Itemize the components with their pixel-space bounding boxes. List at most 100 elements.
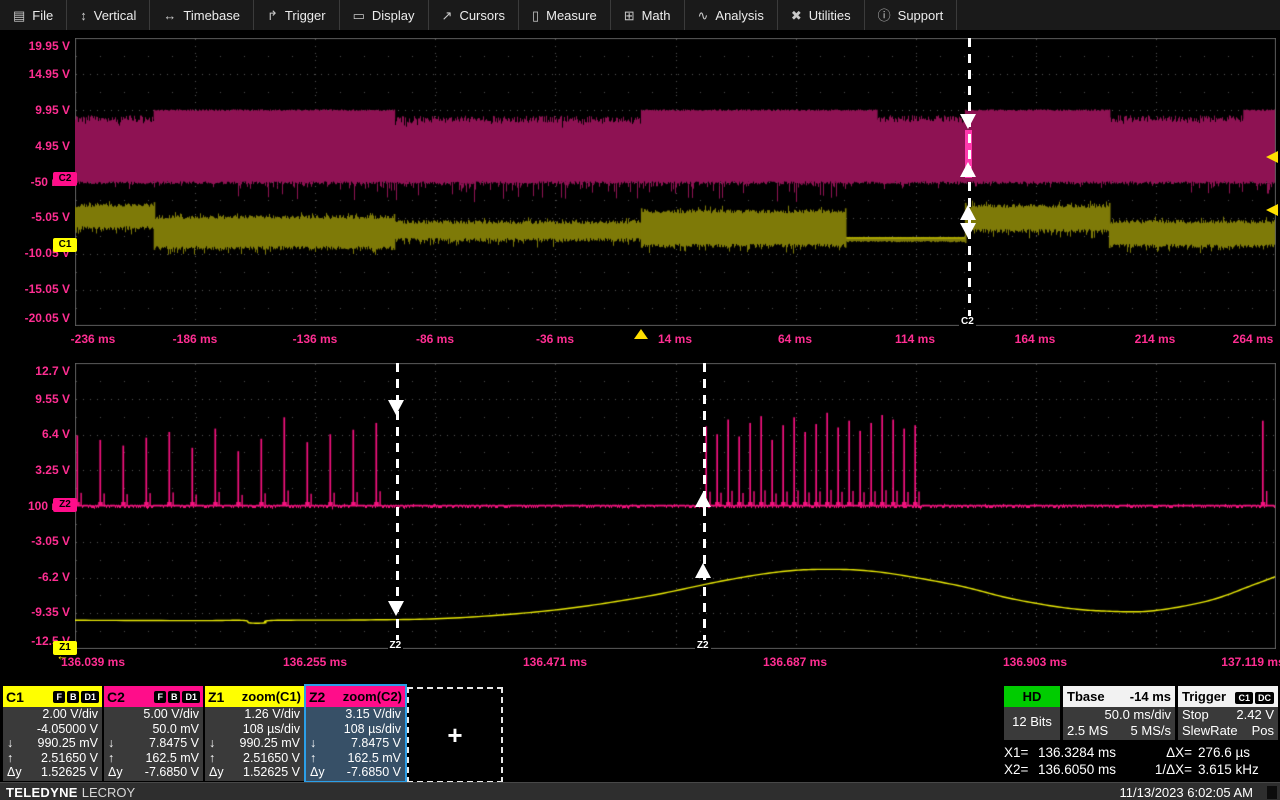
menu-measure[interactable]: ▯Measure [519, 0, 611, 30]
menu-cursors[interactable]: ↗Cursors [429, 0, 519, 30]
descriptor-z1[interactable]: Z1zoom(C1)1.26 V/div108 µs/div↓990.25 mV… [205, 686, 304, 781]
x-axis-label: 137.119 ms [1221, 655, 1280, 669]
menu-trigger[interactable]: ↱Trigger [254, 0, 340, 30]
oscilloscope-screen: ▤File↕Vertical↔Timebase↱Trigger▭Display↗… [0, 0, 1280, 800]
menu-display[interactable]: ▭Display [340, 0, 429, 30]
descriptor-row-prefix: ↑ [7, 751, 13, 766]
x1-value: 136.3284 ms [1038, 744, 1144, 761]
cursor-arrow-icon [388, 601, 404, 616]
menu-utilities[interactable]: ✖Utilities [778, 0, 865, 30]
waveform-display-zoom[interactable] [75, 363, 1276, 649]
descriptor-row-value: 2.00 V/div [42, 707, 98, 722]
y-axis-label: -20.05 V [0, 311, 70, 325]
descriptor-c1[interactable]: C1FBD12.00 V/div-4.05000 V↓990.25 mV↑2.5… [3, 686, 102, 781]
descriptor-row-value: -7.6850 V [347, 765, 401, 780]
timebase-offset: -14 ms [1130, 689, 1171, 704]
descriptor-row-prefix: ↑ [209, 751, 215, 766]
descriptor-row: 5.00 V/div [104, 707, 203, 722]
x2-value: 136.6050 ms [1038, 761, 1144, 778]
add-trace-button[interactable]: + [407, 687, 503, 783]
descriptor-row-prefix: ↑ [310, 751, 316, 766]
x-axis-label: 136.039 ms [61, 655, 125, 669]
y-axis-label: -6.2 V [0, 570, 70, 584]
descriptor-row: ↓7.8475 V [104, 736, 203, 751]
channel-tab-z2[interactable]: Z2 [53, 498, 77, 512]
menu-timebase[interactable]: ↔Timebase [150, 0, 254, 30]
trigger-icon: ↱ [267, 9, 278, 22]
y-axis-label: -5.05 V [0, 210, 70, 224]
x-axis-label: 164 ms [1015, 332, 1056, 346]
trigger-panel[interactable]: Trigger C1DC Stop 2.42 V SlewRate Pos [1178, 686, 1278, 740]
invdx-label: 1/ΔX= [1144, 761, 1198, 778]
menu-label-math: Math [642, 8, 671, 23]
brand-logo: TELEDYNELECROY [6, 785, 135, 800]
descriptor-row: 108 µs/div [306, 722, 405, 737]
descriptor-badge-b: B [168, 691, 181, 703]
menu-support[interactable]: ⓘSupport [865, 0, 958, 30]
menu-label-vertical: Vertical [94, 8, 137, 23]
descriptor-badge-b: B [67, 691, 80, 703]
cursor-arrow-icon [960, 223, 976, 238]
cursor-arrow-icon [695, 563, 711, 578]
descriptor-c2[interactable]: C2FBD15.00 V/div50.0 mV↓7.8475 V↑162.5 m… [104, 686, 203, 781]
menu-label-cursors: Cursors [459, 8, 505, 23]
descriptor-row: 1.26 V/div [205, 707, 304, 722]
cursor-label-z2-2: Z2 [695, 640, 711, 652]
x-axis-label: -36 ms [536, 332, 574, 346]
cursor-main-c2[interactable] [968, 38, 971, 318]
x-axis-label: 264 ms [1233, 332, 1274, 346]
trigger-badge-dc: DC [1255, 692, 1274, 704]
descriptor-row: Δy1.52625 V [205, 765, 304, 780]
trigger-mode: Stop [1182, 707, 1209, 723]
trigger-level-arrow-icon[interactable] [1266, 204, 1278, 216]
offscreen-left-arrow-icon: ← [56, 650, 69, 662]
menu-file[interactable]: ▤File [0, 0, 67, 30]
trigger-badges: C1DC [1233, 689, 1274, 704]
timebase-label: Tbase [1067, 689, 1105, 704]
descriptor-row-value: 3.15 V/div [345, 707, 401, 722]
waveform-display-main[interactable] [75, 38, 1276, 326]
trigger-time-marker[interactable] [634, 329, 648, 339]
x-axis-label: 114 ms [895, 332, 935, 346]
trigger-slope: Pos [1252, 723, 1274, 739]
menu-label-analysis: Analysis [715, 8, 763, 23]
descriptor-row-prefix: Δy [209, 765, 224, 780]
hd-bits: 12 Bits [1012, 714, 1052, 729]
descriptor-row-prefix: ↓ [209, 736, 215, 751]
file-icon: ▤ [13, 9, 25, 22]
descriptor-row: 3.15 V/div [306, 707, 405, 722]
y-axis-label: 14.95 V [0, 67, 70, 81]
trigger-label: Trigger [1182, 689, 1226, 704]
x-axis-label: -236 ms [71, 332, 116, 346]
hd-panel[interactable]: HD 12 Bits [1004, 686, 1060, 740]
timebase-panel[interactable]: Tbase -14 ms 50.0 ms/div 2.5 MS 5 MS/s [1063, 686, 1175, 740]
statusbar-handle [1267, 786, 1277, 799]
channel-tab-c1[interactable]: C1 [53, 238, 77, 252]
descriptor-row: -4.05000 V [3, 722, 102, 737]
math-icon: ⊞ [624, 9, 635, 22]
descriptor-row-value: -4.05000 V [37, 722, 98, 737]
y-axis-label: -3.05 V [0, 534, 70, 548]
descriptor-row-value: 990.25 mV [240, 736, 300, 751]
descriptor-row-value: 5.00 V/div [143, 707, 199, 722]
menu-math[interactable]: ⊞ Math [611, 0, 685, 30]
descriptor-row: Δy -7.6850 V [306, 765, 405, 780]
descriptor-row-value: 108 µs/div [243, 722, 300, 737]
descriptor-row-prefix: Δy [310, 765, 325, 780]
menu-vertical[interactable]: ↕Vertical [67, 0, 150, 30]
menu-label-display: Display [372, 8, 415, 23]
descriptor-row-value: 7.8475 V [351, 736, 401, 751]
x-axis-label: 136.255 ms [283, 655, 347, 669]
descriptor-row-value: 162.5 mV [347, 751, 401, 766]
x-axis-label: 136.471 ms [523, 655, 587, 669]
descriptor-z2[interactable]: Z2zoom(C2)3.15 V/div108 µs/div↓7.8475 V↑… [306, 686, 405, 781]
channel-tab-c2[interactable]: C2 [53, 172, 77, 186]
status-bar: TELEDYNELECROY 11/13/2023 6:02:05 AM [0, 782, 1280, 800]
menu-analysis[interactable]: ∿Analysis [685, 0, 778, 30]
y-axis-label: 9.55 V [0, 392, 70, 406]
descriptor-row-prefix: ↓ [108, 736, 114, 751]
menu-bar: ▤File↕Vertical↔Timebase↱Trigger▭Display↗… [0, 0, 1280, 30]
trigger-level-arrow-icon[interactable] [1266, 151, 1278, 163]
timebase-samples: 2.5 MS [1067, 723, 1108, 739]
hd-label: HD [1023, 689, 1042, 704]
